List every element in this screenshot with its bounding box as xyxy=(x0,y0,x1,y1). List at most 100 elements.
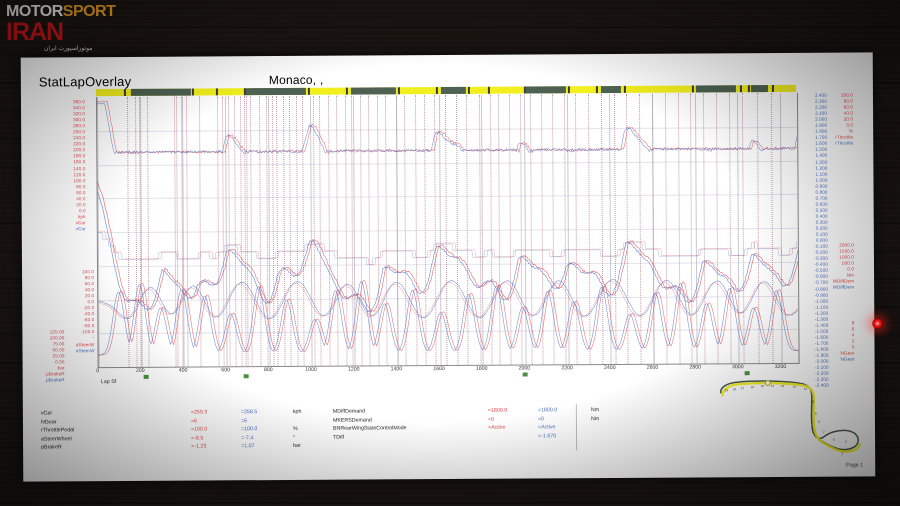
track-corner-labels: 19 18 17 16 15 14 13 12 11 1098 76 5 43 xyxy=(725,384,853,456)
channel-name: pBrakeR xyxy=(41,444,62,451)
x-axis-tick: 800 xyxy=(263,367,273,374)
svg-text:12: 12 xyxy=(793,385,797,389)
svg-text:11: 11 xyxy=(804,387,807,391)
x-axis-tick: 600 xyxy=(221,367,230,374)
channel-name: rThrottlePedal xyxy=(40,427,75,434)
sector-segment xyxy=(440,86,466,95)
channel-value-lap-b: =1800.0 xyxy=(537,407,558,414)
trace-rthrottle-lap-b xyxy=(96,102,798,155)
x-axis: 0 200 400 600 800 1000 1200 1400 1600 1800 2000 220… xyxy=(96,363,798,383)
channel-value-lap-a: =-1.23 xyxy=(191,443,207,450)
axis-labels-tdiff: 2.400 2.300 2.200 2.100 2.000 1.900 1.800 1.700… xyxy=(801,93,829,389)
x-axis-tick: 400 xyxy=(178,367,188,374)
sector-segment xyxy=(695,85,736,93)
axis-labels-ngear: 8 6 4 2 0 NGear NGear xyxy=(834,321,854,363)
svg-text:17: 17 xyxy=(741,386,745,390)
lap-marker-icon[interactable] xyxy=(143,374,149,379)
sector-marker xyxy=(487,86,490,94)
channel-value-lap-a: =1800.0 xyxy=(487,407,508,414)
svg-text:16: 16 xyxy=(751,385,755,389)
channel-value-lap-b: =-7.4 xyxy=(241,434,254,442)
channel-value-lap-a: =100.0 xyxy=(190,426,208,433)
sector-marker xyxy=(397,87,400,95)
track-current-position-marker xyxy=(764,380,771,386)
lap-marker-icon[interactable] xyxy=(744,371,750,376)
channel-value-lap-b: =6 xyxy=(240,417,248,424)
channel-value-lap-a: =259.3 xyxy=(190,409,208,416)
sector-segment xyxy=(350,87,396,95)
channel-value-lap-a: =Active xyxy=(487,424,506,431)
channel-value-lap-b: =0 xyxy=(537,416,544,423)
page-title: StatLapOverlay xyxy=(38,73,132,90)
channel-value-lap-a: =0 xyxy=(487,416,494,423)
axis-channel-name: rThrottle xyxy=(835,140,854,147)
sector-marker xyxy=(123,88,126,96)
telemetry-traces xyxy=(96,100,799,356)
channel-value-lap-a: =6 xyxy=(190,418,198,425)
trace-ngear-lap-a xyxy=(97,230,798,265)
x-axis-tick: 1800 xyxy=(475,365,488,372)
channel-unit: % xyxy=(292,426,298,433)
channel-value-lap-b: =-1.670 xyxy=(538,433,557,440)
trace-pbraker-lap-b xyxy=(98,281,799,356)
svg-text:13: 13 xyxy=(781,384,785,388)
axis-labels-pbrake: 125.00 100.00 75.00 50.00 25.00 0.00 bar pBrake… xyxy=(30,329,65,384)
track-outline-highlight xyxy=(721,381,862,453)
sector-marker xyxy=(243,88,246,96)
svg-text:18: 18 xyxy=(733,387,737,391)
sector-segment xyxy=(600,85,621,94)
x-axis-label: Lap Sf xyxy=(100,379,117,386)
lap-marker-icon[interactable] xyxy=(243,374,249,379)
channel-unit: ° xyxy=(293,434,296,441)
sector-segment xyxy=(130,88,191,96)
telemetry-plot[interactable] xyxy=(95,92,800,369)
recording-led-icon xyxy=(872,318,883,329)
x-axis-tick: 1000 xyxy=(305,366,317,373)
axis-channel-name: pBrakeR xyxy=(46,377,65,383)
axis-labels-asteer: 100.0 80.0 60.0 40.0 20.0 0.0 -20.0 -40.0 -60.0-… xyxy=(60,269,95,354)
sector-marker xyxy=(523,86,526,94)
sector-segment xyxy=(525,86,566,94)
channel-unit: Nm xyxy=(590,407,600,414)
sector-segment xyxy=(750,85,768,93)
channel-value-lap-b: =1.07 xyxy=(241,443,255,450)
channel-value-lap-b: =100.0 xyxy=(240,426,258,433)
svg-text:8: 8 xyxy=(818,420,820,424)
x-axis-tick: 2000 xyxy=(518,365,531,372)
lap-marker-icon[interactable] xyxy=(522,372,528,377)
sector-marker xyxy=(435,87,438,95)
track-map-monaco[interactable]: 19 18 17 16 15 14 13 12 11 1098 76 5 43 xyxy=(711,370,872,461)
channel-value-lap-b: =258.5 xyxy=(240,409,258,416)
sector-segment xyxy=(245,87,306,96)
x-axis-tick: 1400 xyxy=(390,366,403,373)
channel-unit: Nm xyxy=(590,415,600,422)
page-subtitle: Monaco, , xyxy=(268,72,324,88)
axis-channel-name: aSteerW xyxy=(75,347,95,353)
channel-unit: bar xyxy=(293,443,301,450)
logo-word-sport: SPORT xyxy=(62,3,116,20)
x-axis-tick: 3200 xyxy=(774,363,787,371)
x-axis-tick: 200 xyxy=(135,367,145,374)
axis-labels-mdiffdem: 2000.0 1500.0 1000.0 500.0 0.0 Nm MDiffDem MDif… xyxy=(828,243,854,292)
svg-text:7: 7 xyxy=(823,430,825,434)
report-sheet: StatLapOverlay Monaco, , 360.0 340.0 320.0… xyxy=(20,52,876,482)
svg-text:19: 19 xyxy=(725,388,729,392)
axis-channel-name: NGear xyxy=(840,356,855,362)
motorsport-iran-logo: MOTORSPORT IRAN موتوراسپورت ایران xyxy=(6,3,126,53)
axis-channel-name: MDiffDem xyxy=(832,284,855,290)
sector-marker xyxy=(747,85,750,93)
channel-name: aSteerWheel xyxy=(41,436,72,443)
channel-name: BNRearWingStateControlMode xyxy=(332,425,407,432)
sector-marker xyxy=(215,88,218,96)
x-axis-tick: 2200 xyxy=(561,365,573,372)
axis-labels-rthrottle: 100.0 80.0 60.0 40.0 20.0 0.0% rThrottle rThrot… xyxy=(827,93,853,148)
svg-text:14: 14 xyxy=(771,384,775,388)
x-axis-tick: 0 xyxy=(96,368,100,375)
x-axis-tick: 1600 xyxy=(433,366,445,373)
x-axis-tick: 2800 xyxy=(689,364,702,371)
sector-marker xyxy=(567,86,570,94)
channel-unit: kph xyxy=(292,408,302,415)
table-divider xyxy=(575,404,578,451)
x-axis-tick: 2600 xyxy=(646,364,659,371)
sector-marker xyxy=(595,86,598,94)
